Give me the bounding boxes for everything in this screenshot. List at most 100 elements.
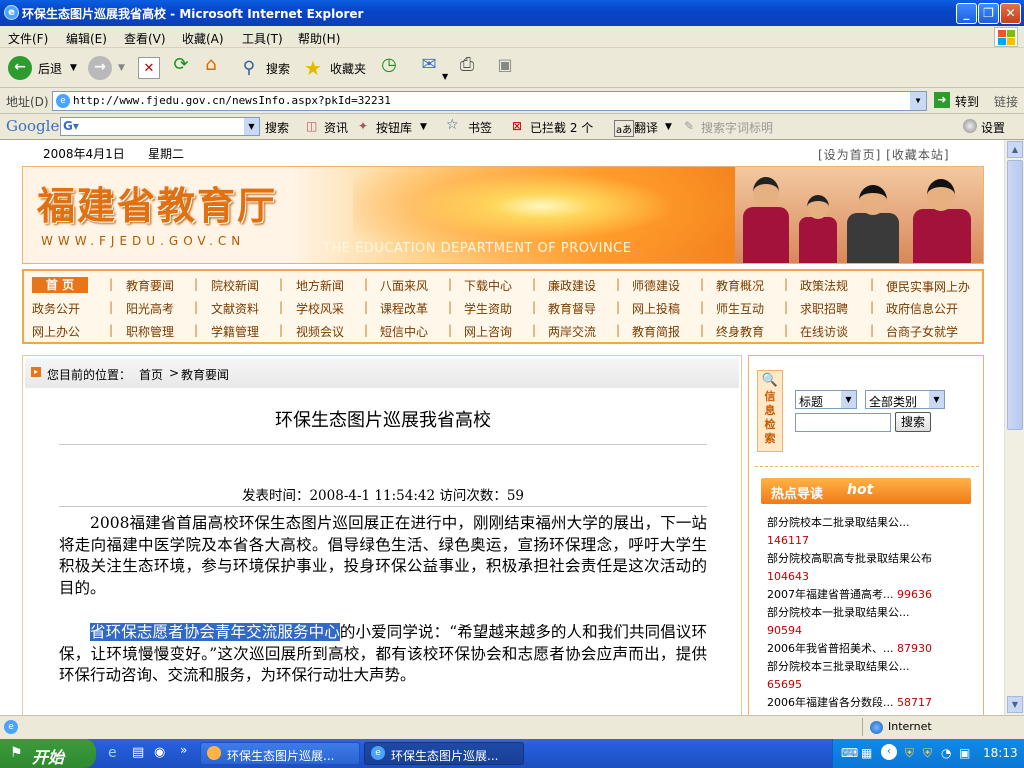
search-category-select[interactable]: 全部类别 ▼ <box>865 390 945 409</box>
menu-file[interactable]: 文件(F) <box>8 30 48 47</box>
hot-item[interactable]: 部分院校本二批录取结果公... <box>767 514 977 532</box>
ime-icon[interactable]: ▦ <box>861 746 872 760</box>
hot-item[interactable]: 2007年福建省普通高考... 99636 <box>767 586 977 604</box>
nav-item[interactable]: 下载中心 <box>464 277 512 294</box>
search-input[interactable] <box>795 413 891 432</box>
clock[interactable]: 18:13 <box>983 746 1018 760</box>
nav-item[interactable]: 廉政建设 <box>548 277 596 294</box>
breadcrumb-current[interactable]: 教育要闻 <box>181 366 229 383</box>
nav-item[interactable]: 政务公开 <box>32 300 80 317</box>
nav-item[interactable]: 求职招聘 <box>800 300 848 317</box>
home-icon[interactable]: ⌂ <box>200 54 222 76</box>
nav-item[interactable]: 课程改革 <box>380 300 428 317</box>
nav-item[interactable]: 台商子女就学 <box>886 323 958 340</box>
google-logo[interactable]: Google <box>6 117 59 135</box>
nav-item[interactable]: 学校风采 <box>296 300 344 317</box>
scroll-thumb[interactable] <box>1007 160 1023 430</box>
address-input[interactable]: e http://www.fjedu.gov.cn/newsInfo.aspx?… <box>52 91 927 111</box>
quicklaunch-desktop-icon[interactable]: ▤ <box>132 745 144 760</box>
nav-item[interactable]: 八面来风 <box>380 277 428 294</box>
google-search-button[interactable]: 搜索 <box>265 119 289 136</box>
nav-item[interactable]: 两岸交流 <box>548 323 596 340</box>
google-search-input[interactable]: G▾ ▼ <box>60 117 260 136</box>
chevron-down-icon[interactable]: ▼ <box>420 122 427 132</box>
shield-icon[interactable]: ⛨ <box>905 746 914 761</box>
search-button[interactable]: ⚲ 搜索 <box>238 54 290 82</box>
mail-icon[interactable]: ✉ <box>418 54 440 76</box>
chevron-down-icon[interactable]: ▼ <box>442 62 448 90</box>
menu-tools[interactable]: 工具(T) <box>242 30 283 47</box>
nav-item[interactable]: 职称管理 <box>126 323 174 340</box>
nav-item[interactable]: 地方新闻 <box>296 277 344 294</box>
google-rank-button[interactable]: 按钮库 <box>376 119 412 136</box>
maximize-button[interactable]: ❐ <box>978 3 999 24</box>
nav-item[interactable]: 教育概况 <box>716 277 764 294</box>
chevron-down-icon[interactable]: ▼ <box>665 122 672 132</box>
google-blocked-button[interactable]: 已拦截 2 个 <box>530 119 593 136</box>
tray-expand-icon[interactable]: ‹ <box>881 744 897 760</box>
quicklaunch-media-icon[interactable]: ◉ <box>154 745 165 760</box>
nav-item[interactable]: 教育简报 <box>632 323 680 340</box>
nav-item[interactable]: 网上咨询 <box>464 323 512 340</box>
address-dropdown[interactable]: ▼ <box>910 92 926 110</box>
nav-home[interactable]: 首 页 <box>32 277 88 293</box>
go-button[interactable]: 转到 <box>955 93 979 110</box>
nav-item[interactable]: 视频会议 <box>296 323 344 340</box>
chevron-down-icon[interactable]: ▼ <box>70 63 77 73</box>
breadcrumb-home[interactable]: 首页 <box>139 366 163 383</box>
nav-item[interactable]: 学籍管理 <box>211 323 259 340</box>
google-highlight-button[interactable]: 搜索字词标明 <box>701 119 773 136</box>
nav-item[interactable]: 政策法规 <box>800 277 848 294</box>
network-icon[interactable]: ▣ <box>959 746 970 760</box>
go-arrow-icon[interactable]: ➜ <box>934 92 950 108</box>
menu-help[interactable]: 帮助(H) <box>298 30 340 47</box>
back-button[interactable]: ← 后退 ▼ <box>8 54 77 82</box>
nav-item[interactable]: 文献资料 <box>211 300 259 317</box>
keyboard-icon[interactable]: ⌨ <box>841 746 858 760</box>
chevron-down-icon[interactable]: ▼ <box>118 63 125 73</box>
forward-button[interactable]: → ▼ <box>88 54 125 82</box>
task-button-2[interactable]: e 环保生态图片巡展... <box>364 742 524 765</box>
nav-item[interactable]: 教育督导 <box>548 300 596 317</box>
quicklaunch-ie-icon[interactable]: e <box>108 745 117 761</box>
google-settings-button[interactable]: 设置 <box>981 119 1005 136</box>
nav-item[interactable]: 网上投稿 <box>632 300 680 317</box>
menu-edit[interactable]: 编辑(E) <box>66 30 107 47</box>
task-button-1[interactable]: 环保生态图片巡展... <box>200 742 360 765</box>
hot-item[interactable]: 部分院校本一批录取结果公... <box>767 604 977 622</box>
vertical-scrollbar[interactable]: ▲ ▼ <box>1004 140 1024 715</box>
nav-item[interactable]: 学生资助 <box>464 300 512 317</box>
google-news-button[interactable]: 资讯 <box>324 119 348 136</box>
top-links[interactable]: [设为首页] [收藏本站] <box>818 146 950 163</box>
nav-item[interactable]: 便民实事网上办 <box>886 278 970 295</box>
minimize-button[interactable]: _ <box>956 3 977 24</box>
google-translate-button[interactable]: 翻译 <box>634 119 658 136</box>
stop-icon[interactable]: ✕ <box>138 57 160 79</box>
nav-item[interactable]: 师生互动 <box>716 300 764 317</box>
refresh-icon[interactable]: ⟳ <box>170 54 192 76</box>
volume-icon[interactable]: ◔ <box>941 746 951 760</box>
nav-item[interactable]: 终身教育 <box>716 323 764 340</box>
hot-item[interactable]: 部分院校本三批录取结果公... <box>767 658 977 676</box>
history-icon[interactable]: ◷ <box>378 54 400 76</box>
menu-favorites[interactable]: 收藏(A) <box>182 30 224 47</box>
search-submit-button[interactable]: 搜索 <box>895 412 931 432</box>
quicklaunch-more-icon[interactable]: » <box>180 743 187 757</box>
nav-item[interactable]: 网上办公 <box>32 323 80 340</box>
selected-text[interactable]: 省环保志愿者协会青年交流服务中心 <box>90 623 340 641</box>
nav-item[interactable]: 政府信息公开 <box>886 300 958 317</box>
hot-item[interactable]: 2006年我省普招美术、... 87930 <box>767 640 977 658</box>
chevron-down-icon[interactable]: ▼ <box>929 391 944 408</box>
nav-item[interactable]: 院校新闻 <box>211 277 259 294</box>
favorites-button[interactable]: ★ 收藏夹 <box>302 54 366 82</box>
menu-view[interactable]: 查看(V) <box>124 30 166 47</box>
scroll-up-button[interactable]: ▲ <box>1007 141 1023 158</box>
nav-item[interactable]: 教育要闻 <box>126 277 174 294</box>
nav-item[interactable]: 在线访谈 <box>800 323 848 340</box>
search-field-select[interactable]: 标题 ▼ <box>795 390 857 409</box>
google-bookmarks-button[interactable]: 书签 <box>468 119 492 136</box>
hot-item[interactable]: 2006年福建省各分数段... 58717 <box>767 694 977 712</box>
nav-item[interactable]: 短信中心 <box>380 323 428 340</box>
links-label[interactable]: 链接 <box>994 93 1018 110</box>
start-button[interactable]: ⚑ 开始 <box>0 739 96 768</box>
